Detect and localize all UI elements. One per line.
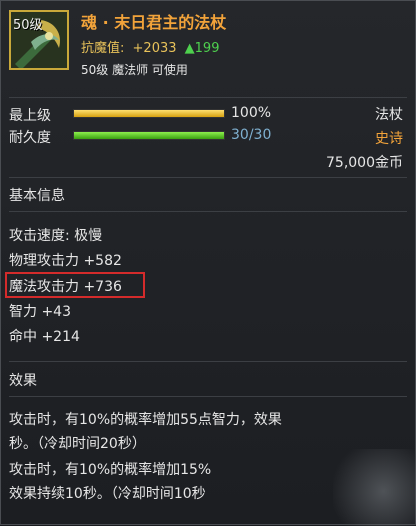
effect-line: 攻击时，有10%的概率增加15% (9, 462, 212, 478)
effect-title: 效果 (9, 373, 37, 389)
grade-bar (73, 109, 225, 118)
effect-line: 攻击时，有10%的概率增加55点智力，效果 (9, 412, 282, 428)
item-price: 75,000金币 (326, 155, 403, 171)
tooltip-header: 50级 魂 · 末日君主的法杖 抗魔值: +2033 ▲199 50级 魔法师 … (1, 1, 415, 97)
stat-line: 物理攻击力 +582 (9, 253, 122, 269)
grade-label: 最上级 (9, 108, 51, 124)
durability-value: 30/30 (231, 127, 272, 143)
stat-line: 智力 +43 (9, 304, 71, 320)
divider (9, 361, 407, 362)
resist-row: 抗魔值: +2033 ▲199 (81, 37, 219, 56)
divider (9, 97, 407, 98)
stat-line: 攻击速度: 极慢 (9, 228, 103, 244)
durability-bar-fill (74, 132, 224, 139)
resist-value: +2033 (132, 41, 177, 56)
item-type: 法杖 (375, 107, 403, 123)
divider (9, 211, 407, 212)
item-rarity: 史诗 (375, 131, 403, 147)
highlight-box (5, 272, 145, 298)
divider (9, 396, 407, 397)
usable-text: 50级 魔法师 可使用 (81, 63, 188, 77)
divider (9, 177, 407, 178)
durability-bar (73, 131, 225, 140)
resist-label: 抗魔值: (81, 41, 125, 56)
watermark-logo (333, 449, 416, 526)
effect-line: 秒。（冷却时间20秒） (9, 436, 146, 452)
stat-line: 命中 +214 (9, 329, 80, 345)
item-tooltip: 50级 魂 · 末日君主的法杖 抗魔值: +2033 ▲199 50级 魔法师 … (0, 0, 416, 526)
item-name: 魂 · 末日君主的法杖 (81, 13, 227, 32)
grade-percent: 100% (231, 105, 272, 121)
item-icon-frame[interactable]: 50级 (9, 10, 69, 70)
item-level-badge: 50级 (13, 18, 43, 33)
basic-info-title: 基本信息 (9, 188, 65, 204)
effect-line: 效果持续10秒。（冷却时间10秒 (9, 486, 206, 502)
resist-up: ▲199 (184, 41, 220, 56)
durability-label: 耐久度 (9, 130, 51, 146)
grade-bar-fill (74, 110, 224, 117)
